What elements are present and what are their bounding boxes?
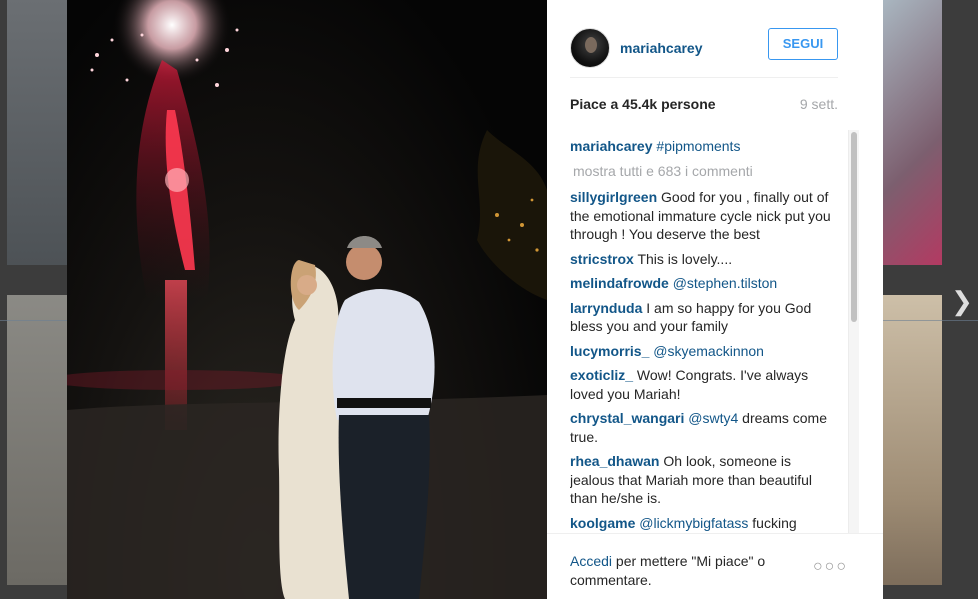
background-thumbnail xyxy=(883,295,942,585)
post-details-panel: mariahcarey SEGUI Piace a 45.4k persone … xyxy=(547,0,883,599)
comment-author[interactable]: rhea_dhawan xyxy=(570,453,659,469)
caption-hashtag[interactable]: #pipmoments xyxy=(656,138,740,154)
comment-mention[interactable]: @skyemackinnon xyxy=(653,343,764,359)
comment-item: larrynduda I am so happy for you God ble… xyxy=(570,299,838,336)
comment-item: koolgame @lickmybigfatass fucking xyxy=(570,514,838,533)
comment-author[interactable]: sillygirlgreen xyxy=(570,189,657,205)
comment-author[interactable]: koolgame xyxy=(570,515,635,531)
avatar[interactable] xyxy=(570,27,610,68)
ellipsis-icon[interactable]: ○○○ xyxy=(813,559,846,575)
post-author[interactable]: mariahcarey xyxy=(620,40,768,56)
comment-item: lucymorris_ @skyemackinnon xyxy=(570,342,838,361)
comment-author[interactable]: chrystal_wangari xyxy=(570,410,684,426)
comment-item: stricstrox This is lovely.... xyxy=(570,250,838,269)
show-all-comments-link[interactable]: mostra tutti e 683 i commenti xyxy=(573,162,838,181)
comment-author[interactable]: larrynduda xyxy=(570,300,642,316)
fireworks-photo xyxy=(67,0,547,599)
comment-text: This is lovely.... xyxy=(637,250,733,267)
background-thumbnail xyxy=(7,295,67,585)
comment-item: sillygirlgreen Good for you , finally ou… xyxy=(570,188,838,244)
comment-mention[interactable]: @stephen.tilston xyxy=(673,275,778,291)
background-thumbnail xyxy=(7,0,67,265)
login-prompt: Accedi per mettere "Mi piace" o commenta… xyxy=(570,552,800,589)
caption-author[interactable]: mariahcarey xyxy=(570,138,653,154)
background-thumbnail xyxy=(883,0,942,265)
scrollbar[interactable] xyxy=(848,130,859,533)
comment-mention[interactable]: @lickmybigfatass xyxy=(639,515,748,531)
post-modal: mariahcarey SEGUI Piace a 45.4k persone … xyxy=(67,0,883,599)
likes-row: Piace a 45.4k persone 9 sett. xyxy=(570,96,838,112)
likes-count[interactable]: Piace a 45.4k persone xyxy=(570,96,716,112)
chevron-right-icon[interactable]: ❯ xyxy=(951,288,973,314)
login-link[interactable]: Accedi xyxy=(570,553,612,569)
comment-item: rhea_dhawan Oh look, someone is jealous … xyxy=(570,452,838,508)
comments-list: mariahcarey #pipmoments mostra tutti e 6… xyxy=(570,134,838,532)
comment-item: exoticliz_ Wow! Congrats. I've always lo… xyxy=(570,366,838,403)
comment-item: melindafrowde @stephen.tilston xyxy=(570,274,838,293)
comment-author[interactable]: stricstrox xyxy=(570,251,634,267)
post-footer: Accedi per mettere "Mi piace" o commenta… xyxy=(547,533,883,599)
post-photo xyxy=(67,0,547,599)
post-caption: mariahcarey #pipmoments xyxy=(570,137,838,156)
comments: sillygirlgreen Good for you , finally ou… xyxy=(570,188,838,532)
comment-item: chrystal_wangari @swty4 dreams come true… xyxy=(570,409,838,446)
follow-button[interactable]: SEGUI xyxy=(768,27,838,60)
comment-author[interactable]: exoticliz_ xyxy=(570,367,633,383)
comment-mention[interactable]: @swty4 xyxy=(688,410,738,426)
post-header: mariahcarey SEGUI xyxy=(570,18,838,78)
comment-author[interactable]: lucymorris_ xyxy=(570,343,649,359)
comment-author[interactable]: melindafrowde xyxy=(570,275,669,291)
post-age[interactable]: 9 sett. xyxy=(800,96,838,112)
scrollbar-thumb[interactable] xyxy=(851,132,857,322)
comment-text: fucking xyxy=(752,514,797,531)
